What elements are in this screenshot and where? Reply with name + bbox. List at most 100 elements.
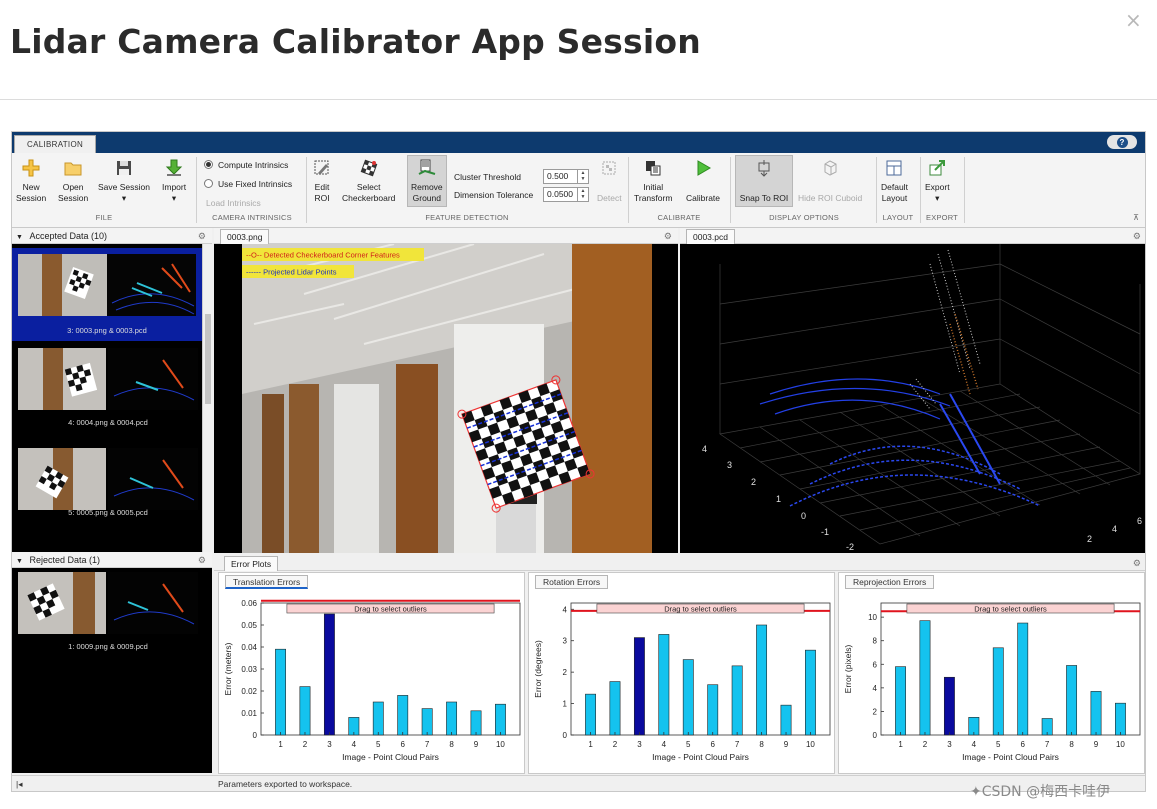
bar[interactable] — [1090, 691, 1102, 736]
bar[interactable] — [323, 613, 335, 736]
bar-chart[interactable]: 02468101 2 3 4 5 6 7 8 9 10Drag to select outlier… — [839, 593, 1146, 775]
new-session-label-2: Session — [16, 193, 47, 203]
y-tick-label: 2 — [563, 668, 568, 677]
import-label: Import — [162, 182, 187, 192]
x-axis-label: Image - Point Cloud Pairs — [342, 752, 439, 762]
bar[interactable] — [609, 681, 621, 736]
dimension-tolerance-spinner[interactable]: 0.0500 ▲ ▼ — [543, 187, 589, 202]
compute-intrinsics-radio[interactable]: Compute Intrinsics — [204, 160, 288, 170]
spinner-arrows-icon[interactable]: ▲ ▼ — [577, 188, 588, 201]
panel-options-icon[interactable]: ⚙ — [198, 228, 206, 244]
initial-transform-button[interactable]: Initial Transform — [634, 158, 672, 204]
x-tick-label: 4 — [662, 740, 667, 749]
x-tick-label: 8 — [759, 740, 764, 749]
bar[interactable] — [633, 637, 645, 736]
bar[interactable] — [585, 693, 596, 736]
import-button[interactable]: Import ▾ — [162, 158, 186, 204]
help-button[interactable]: ? — [1107, 135, 1137, 149]
hide-roi-cuboid-button[interactable]: Hide ROI Cuboid — [798, 158, 862, 204]
bar[interactable] — [756, 624, 768, 736]
new-session-icon — [22, 159, 40, 177]
detect-button[interactable]: Detect — [597, 158, 622, 204]
chart-tab[interactable]: Translation Errors — [225, 575, 309, 589]
bar[interactable] — [919, 620, 931, 736]
bar[interactable] — [805, 649, 816, 736]
tab-calibration[interactable]: CALIBRATION — [14, 135, 97, 153]
layout-icon — [886, 160, 902, 176]
bar[interactable] — [1066, 665, 1078, 736]
bar[interactable] — [658, 634, 670, 736]
x-tick-label: 3 — [947, 740, 952, 749]
bar[interactable] — [1017, 622, 1029, 736]
close-icon[interactable]: × — [1125, 8, 1142, 32]
edit-roi-button[interactable]: Edit ROI — [312, 158, 332, 204]
accepted-item-4[interactable]: 4: 0004.png & 0004.pcd — [18, 348, 198, 430]
accepted-list-scrollbar[interactable] — [202, 244, 212, 552]
snap-to-roi-button[interactable]: Snap To ROI — [735, 155, 793, 207]
page: Lidar Camera Calibrator App Session × CA… — [0, 0, 1157, 809]
bar[interactable] — [470, 710, 482, 736]
bar-chart[interactable]: 0 0.01 0.02 0.03 0.04 0.05 0.06 1 2 3 4 5 6 7 8 9 10 Drag… — [219, 593, 526, 775]
legend-lidar: ------ Projected Lidar Points — [246, 268, 337, 277]
x-tick-label: 5 — [376, 740, 381, 749]
bar[interactable] — [495, 703, 506, 736]
collapse-toolstrip-icon[interactable]: ⊼ — [1133, 213, 1139, 222]
scrollbar-thumb[interactable] — [205, 314, 211, 404]
collapse-arrow-icon[interactable]: ▼ — [16, 558, 23, 565]
pcd-tick-left: 4 — [702, 444, 707, 454]
radio-selected-icon — [204, 160, 213, 169]
bar[interactable] — [943, 676, 955, 736]
rejected-data-list: 1: 0009.png & 0009.pcd — [12, 568, 212, 773]
bar-chart[interactable]: 0 1 2 3 4 1 2 3 4 5 6 7 8 9 10 Drag to select outliers I… — [529, 593, 836, 775]
new-session-button[interactable]: New Session — [16, 158, 46, 204]
bar[interactable] — [731, 665, 743, 736]
remove-ground-label-2: Ground — [412, 193, 441, 203]
tab-error-plots[interactable]: Error Plots — [224, 556, 279, 571]
panel-options-icon[interactable]: ⚙ — [198, 552, 206, 568]
panel-options-icon[interactable]: ⚙ — [1133, 228, 1141, 244]
play-icon — [697, 160, 712, 176]
bar[interactable] — [397, 695, 409, 736]
load-intrinsics-button[interactable]: Load Intrinsics — [206, 198, 261, 208]
open-session-button[interactable]: Open Session — [58, 158, 88, 204]
save-session-button[interactable]: Save Session ▾ — [98, 158, 150, 204]
bar[interactable] — [895, 666, 906, 736]
bar[interactable] — [275, 648, 286, 736]
cluster-threshold-spinner[interactable]: 0.500 ▲ ▼ — [543, 169, 589, 184]
cluster-threshold-value: 0.500 — [547, 171, 569, 181]
collapse-arrow-icon[interactable]: ▼ — [16, 234, 23, 241]
y-tick-label: 2 — [873, 707, 878, 716]
rejected-item-1[interactable]: 1: 0009.png & 0009.pcd — [18, 572, 198, 654]
nav-first-icon[interactable]: |◂ — [16, 776, 22, 791]
chart-tab[interactable]: Reprojection Errors — [845, 575, 935, 589]
accepted-data-header[interactable]: ▼ Accepted Data (10) ⚙ — [12, 228, 212, 244]
bar[interactable] — [446, 701, 458, 736]
calibrate-button[interactable]: Calibrate — [686, 158, 720, 204]
accepted-item-5[interactable]: 5: 0005.png & 0005.pcd — [18, 448, 198, 530]
select-checkerboard-label-1: Select — [356, 182, 381, 192]
camera-image-view: --O-- Detected Checkerboard Corner Featu… — [214, 244, 678, 553]
spinner-arrows-icon[interactable]: ▲ ▼ — [577, 170, 588, 183]
bar[interactable] — [682, 659, 694, 736]
panel-options-icon[interactable]: ⚙ — [1133, 555, 1141, 571]
rejected-data-header[interactable]: ▼ Rejected Data (1) ⚙ — [12, 552, 212, 568]
panel-options-icon[interactable]: ⚙ — [664, 228, 672, 244]
bar[interactable] — [372, 701, 384, 736]
bar[interactable] — [780, 704, 792, 736]
default-layout-button[interactable]: Default Layout — [881, 158, 908, 204]
bar[interactable] — [707, 684, 719, 736]
select-checkerboard-button[interactable]: Select Checkerboard — [342, 158, 395, 204]
bar[interactable] — [992, 647, 1004, 736]
tab-image-0003[interactable]: 0003.png — [220, 229, 270, 244]
bar[interactable] — [299, 686, 311, 736]
tab-pcd-0003[interactable]: 0003.pcd — [686, 229, 735, 244]
chart-tab[interactable]: Rotation Errors — [535, 575, 609, 589]
display-options-group-label: DISPLAY OPTIONS — [769, 213, 839, 222]
use-fixed-intrinsics-radio[interactable]: Use Fixed Intrinsics — [204, 179, 292, 189]
bar[interactable] — [421, 708, 433, 736]
bar[interactable] — [1115, 702, 1126, 736]
x-tick-label: 1 — [898, 740, 903, 749]
export-button[interactable]: Export ▾ — [925, 158, 950, 204]
remove-ground-button[interactable]: Remove Ground — [407, 155, 447, 207]
accepted-item-3[interactable]: 3: 0003.png & 0003.pcd — [12, 248, 202, 341]
